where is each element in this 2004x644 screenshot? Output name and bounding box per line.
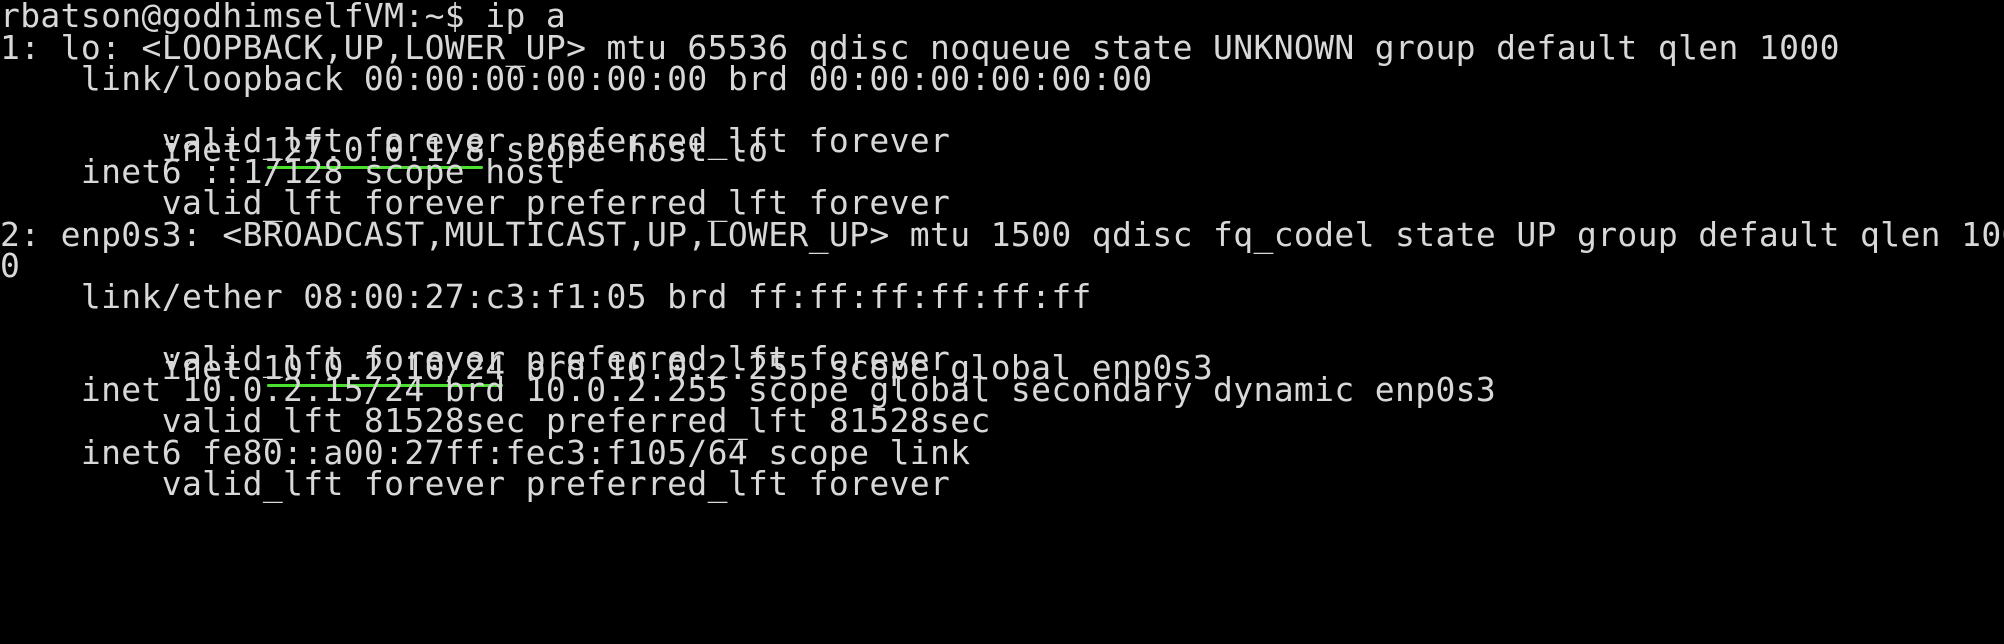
- interface-enp0s3-header: 2: enp0s3: <BROADCAST,MULTICAST,UP,LOWER…: [0, 215, 2004, 254]
- terminal-window[interactable]: rbatson@godhimselfVM:~$ ip a 1: lo: <LOO…: [0, 0, 2004, 644]
- enp0s3-inet6-valid-lft-line: valid_lft forever preferred_lft forever: [0, 464, 951, 503]
